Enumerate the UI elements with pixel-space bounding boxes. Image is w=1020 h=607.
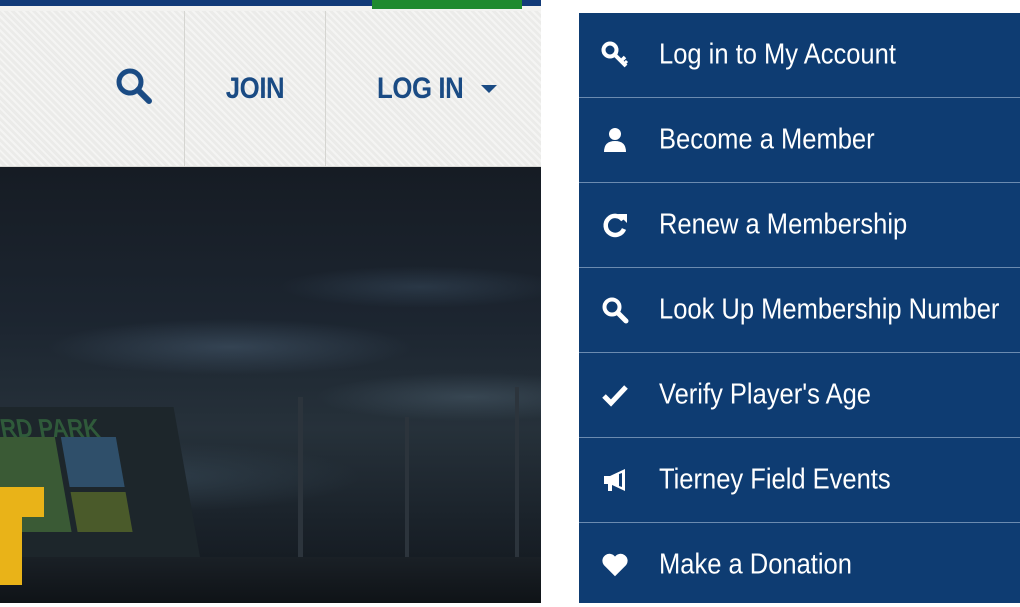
menu-item-label: Tierney Field Events xyxy=(659,463,891,496)
site-header-area: JOIN LOG IN ORD PARK xyxy=(0,0,541,603)
login-label: LOG IN xyxy=(377,71,464,105)
key-icon xyxy=(601,41,629,69)
header-nav-bar: JOIN LOG IN xyxy=(0,11,541,167)
scoreboard-screen xyxy=(60,437,125,487)
hero-stadium-image: ORD PARK xyxy=(0,167,541,603)
menu-item-label: Log in to My Account xyxy=(659,38,896,71)
heart-icon xyxy=(601,551,629,579)
menu-item-log-in[interactable]: Log in to My Account xyxy=(579,13,1020,98)
light-pole xyxy=(298,397,303,567)
menu-item-label: Look Up Membership Number xyxy=(659,293,1000,326)
menu-item-label: Become a Member xyxy=(659,123,875,156)
stadium-scoreboard: ORD PARK xyxy=(0,407,201,557)
join-button[interactable]: JOIN xyxy=(185,11,325,166)
scoreboard-screen xyxy=(70,492,133,532)
refresh-icon xyxy=(601,211,629,239)
logo-letter-fragment xyxy=(0,517,22,585)
menu-item-lookup-number[interactable]: Look Up Membership Number xyxy=(579,268,1020,353)
login-dropdown-button[interactable]: LOG IN xyxy=(326,11,541,166)
login-dropdown-menu: Log in to My Account Become a Member Ren… xyxy=(579,13,1020,603)
megaphone-icon xyxy=(601,466,629,494)
menu-item-label: Make a Donation xyxy=(659,548,852,581)
top-strip-navy xyxy=(0,0,372,6)
join-label: JOIN xyxy=(225,71,285,105)
top-color-strip xyxy=(0,0,541,11)
light-pole xyxy=(515,387,519,567)
checkmark-icon xyxy=(601,381,629,409)
top-strip-green xyxy=(372,0,522,9)
logo-letter-fragment xyxy=(0,487,44,517)
ground xyxy=(0,557,541,603)
chevron-down-icon xyxy=(480,84,497,93)
search-icon xyxy=(114,66,154,111)
menu-item-donation[interactable]: Make a Donation xyxy=(579,523,1020,607)
top-strip-navy-end xyxy=(522,0,541,6)
menu-item-renew-membership[interactable]: Renew a Membership xyxy=(579,183,1020,268)
light-pole xyxy=(405,417,409,567)
search-icon xyxy=(601,296,629,324)
search-button[interactable] xyxy=(0,11,184,166)
menu-item-field-events[interactable]: Tierney Field Events xyxy=(579,438,1020,523)
menu-item-label: Renew a Membership xyxy=(659,208,908,241)
menu-item-become-member[interactable]: Become a Member xyxy=(579,98,1020,183)
user-icon xyxy=(601,126,629,154)
menu-item-verify-age[interactable]: Verify Player's Age xyxy=(579,353,1020,438)
menu-item-label: Verify Player's Age xyxy=(659,378,871,411)
